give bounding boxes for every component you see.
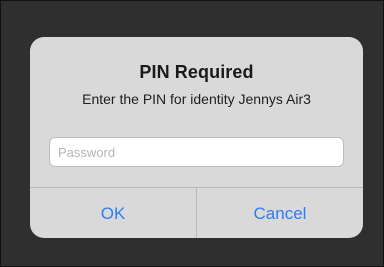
dialog-title: PIN Required: [139, 62, 254, 82]
pin-required-dialog: PIN Required Enter the PIN for identity …: [30, 37, 363, 238]
cancel-button[interactable]: Cancel: [197, 188, 363, 238]
ok-button[interactable]: OK: [30, 188, 196, 238]
dialog-message: Enter the PIN for identity Jennys Air3: [82, 91, 311, 107]
password-input[interactable]: [49, 137, 344, 167]
dialog-actions: OK Cancel: [30, 187, 363, 238]
